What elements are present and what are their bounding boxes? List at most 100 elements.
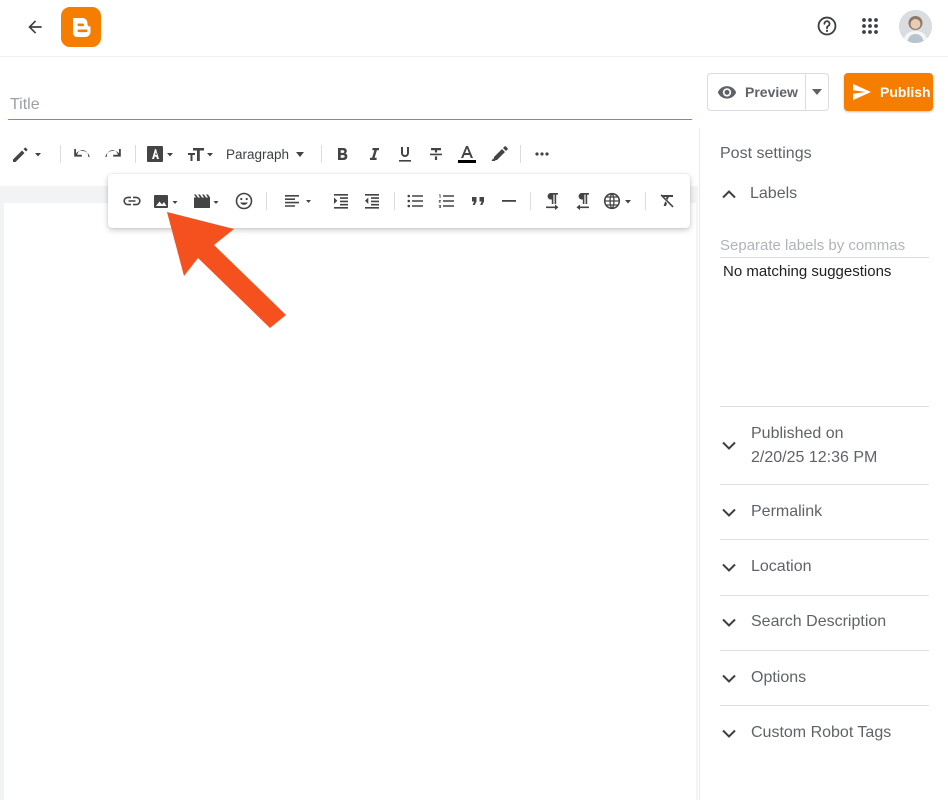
horizontal-rule-button[interactable]: [499, 191, 519, 211]
indent-decrease-button[interactable]: [362, 191, 382, 211]
chevron-down-icon: [722, 729, 736, 738]
clear-formatting-button[interactable]: [657, 191, 677, 211]
help-button[interactable]: [812, 11, 842, 41]
section-divider: [720, 406, 929, 407]
send-icon: [853, 83, 871, 101]
paragraph-format-label: Paragraph: [226, 146, 290, 162]
quote-icon: [472, 197, 484, 205]
bulleted-list-icon: [407, 194, 423, 208]
bold-button[interactable]: [333, 144, 353, 164]
strikethrough-button[interactable]: [426, 144, 446, 164]
toolbar-separator: [520, 145, 521, 163]
labels-input[interactable]: [720, 233, 929, 258]
avatar[interactable]: [899, 10, 932, 43]
font-button[interactable]: [146, 144, 176, 164]
arrow-left-icon: [28, 20, 42, 34]
underline-icon: [399, 147, 411, 162]
text-size-button[interactable]: [186, 144, 216, 164]
custom-robot-tags-section[interactable]: Custom Robot Tags: [722, 721, 929, 745]
paragraph-format-select[interactable]: Paragraph: [226, 144, 305, 164]
search-description-section[interactable]: Search Description: [722, 610, 929, 634]
location-title: Location: [751, 558, 812, 575]
permalink-section[interactable]: Permalink: [722, 500, 929, 524]
rtl-icon: [576, 193, 589, 210]
chevron-up-icon: [722, 189, 736, 198]
options-section[interactable]: Options: [722, 666, 929, 690]
text-color-button[interactable]: [456, 143, 478, 165]
italic-icon: [370, 148, 379, 160]
caret-down-icon: [296, 151, 305, 157]
insert-link-button[interactable]: [121, 191, 143, 211]
font-icon: [147, 146, 173, 162]
italic-button[interactable]: [364, 144, 384, 164]
editor-body[interactable]: [4, 203, 696, 800]
numbered-list-button[interactable]: [436, 191, 456, 211]
chevron-down-icon: [722, 674, 736, 683]
custom-robot-tags-title: Custom Robot Tags: [751, 724, 892, 741]
chevron-down-icon: [722, 563, 736, 572]
highlight-icon: [491, 146, 508, 161]
blogger-logo[interactable]: [61, 7, 101, 47]
redo-button[interactable]: [101, 144, 125, 164]
indent-increase-button[interactable]: [331, 191, 351, 211]
preview-dropdown-button[interactable]: [805, 73, 829, 111]
right-to-left-button[interactable]: [573, 190, 593, 212]
post-settings-heading: Post settings: [720, 145, 812, 162]
search-description-title: Search Description: [751, 613, 887, 630]
section-divider: [720, 650, 929, 651]
chevron-down-icon: [722, 508, 736, 517]
undo-icon: [74, 149, 90, 158]
annotation-arrow-icon: [167, 212, 286, 328]
numbered-list-icon: [438, 194, 454, 208]
section-divider: [720, 484, 929, 485]
compose-mode-button[interactable]: [10, 144, 44, 164]
help-circle-icon: [817, 16, 837, 36]
options-title: Options: [751, 669, 807, 686]
published-on-title: Published on: [751, 425, 844, 442]
post-title-input[interactable]: [8, 90, 692, 120]
labels-section-header[interactable]: Labels: [722, 183, 922, 205]
indent-increase-icon: [334, 194, 348, 209]
published-on-section[interactable]: Published on 2/20/25 12:36 PM: [722, 422, 929, 472]
apps-grid-icon: [862, 18, 878, 34]
labels-section-title: Labels: [750, 185, 798, 202]
apps-button[interactable]: [855, 11, 885, 41]
horizontal-rule-icon: [502, 200, 516, 202]
ltr-icon: [546, 193, 559, 210]
published-on-value: 2/20/25 12:36 PM: [751, 449, 878, 466]
location-section[interactable]: Location: [722, 555, 929, 579]
toolbar-separator: [321, 145, 322, 163]
left-to-right-button[interactable]: [542, 190, 562, 212]
language-icon: [603, 192, 631, 210]
pencil-icon: [13, 147, 41, 162]
quote-button[interactable]: [468, 191, 488, 211]
section-divider: [720, 705, 929, 706]
labels-suggestion-text: No matching suggestions: [723, 263, 892, 280]
preview-label: Preview: [745, 84, 798, 100]
redo-icon: [105, 149, 121, 158]
bold-icon: [338, 148, 348, 160]
toolbar-separator: [394, 192, 395, 210]
toolbar-separator: [645, 192, 646, 210]
permalink-title: Permalink: [751, 503, 823, 520]
link-icon: [123, 196, 141, 206]
more-icon: [535, 152, 549, 156]
bulleted-list-button[interactable]: [405, 191, 425, 211]
toolbar-separator: [135, 145, 136, 163]
publish-button[interactable]: Publish: [844, 73, 933, 111]
language-button[interactable]: [603, 191, 635, 211]
section-divider: [720, 539, 929, 540]
clear-format-icon: [660, 194, 674, 208]
top-bar: [0, 0, 948, 57]
more-button[interactable]: [532, 144, 552, 164]
back-button[interactable]: [20, 12, 50, 42]
text-size-icon: [188, 148, 213, 161]
highlight-button[interactable]: [488, 144, 510, 164]
toolbar-separator: [60, 145, 61, 163]
undo-button[interactable]: [70, 144, 94, 164]
eye-icon: [717, 86, 737, 99]
preview-button[interactable]: Preview: [707, 73, 806, 111]
caret-down-icon: [812, 89, 822, 95]
publish-label: Publish: [880, 84, 931, 100]
underline-button[interactable]: [395, 144, 415, 164]
